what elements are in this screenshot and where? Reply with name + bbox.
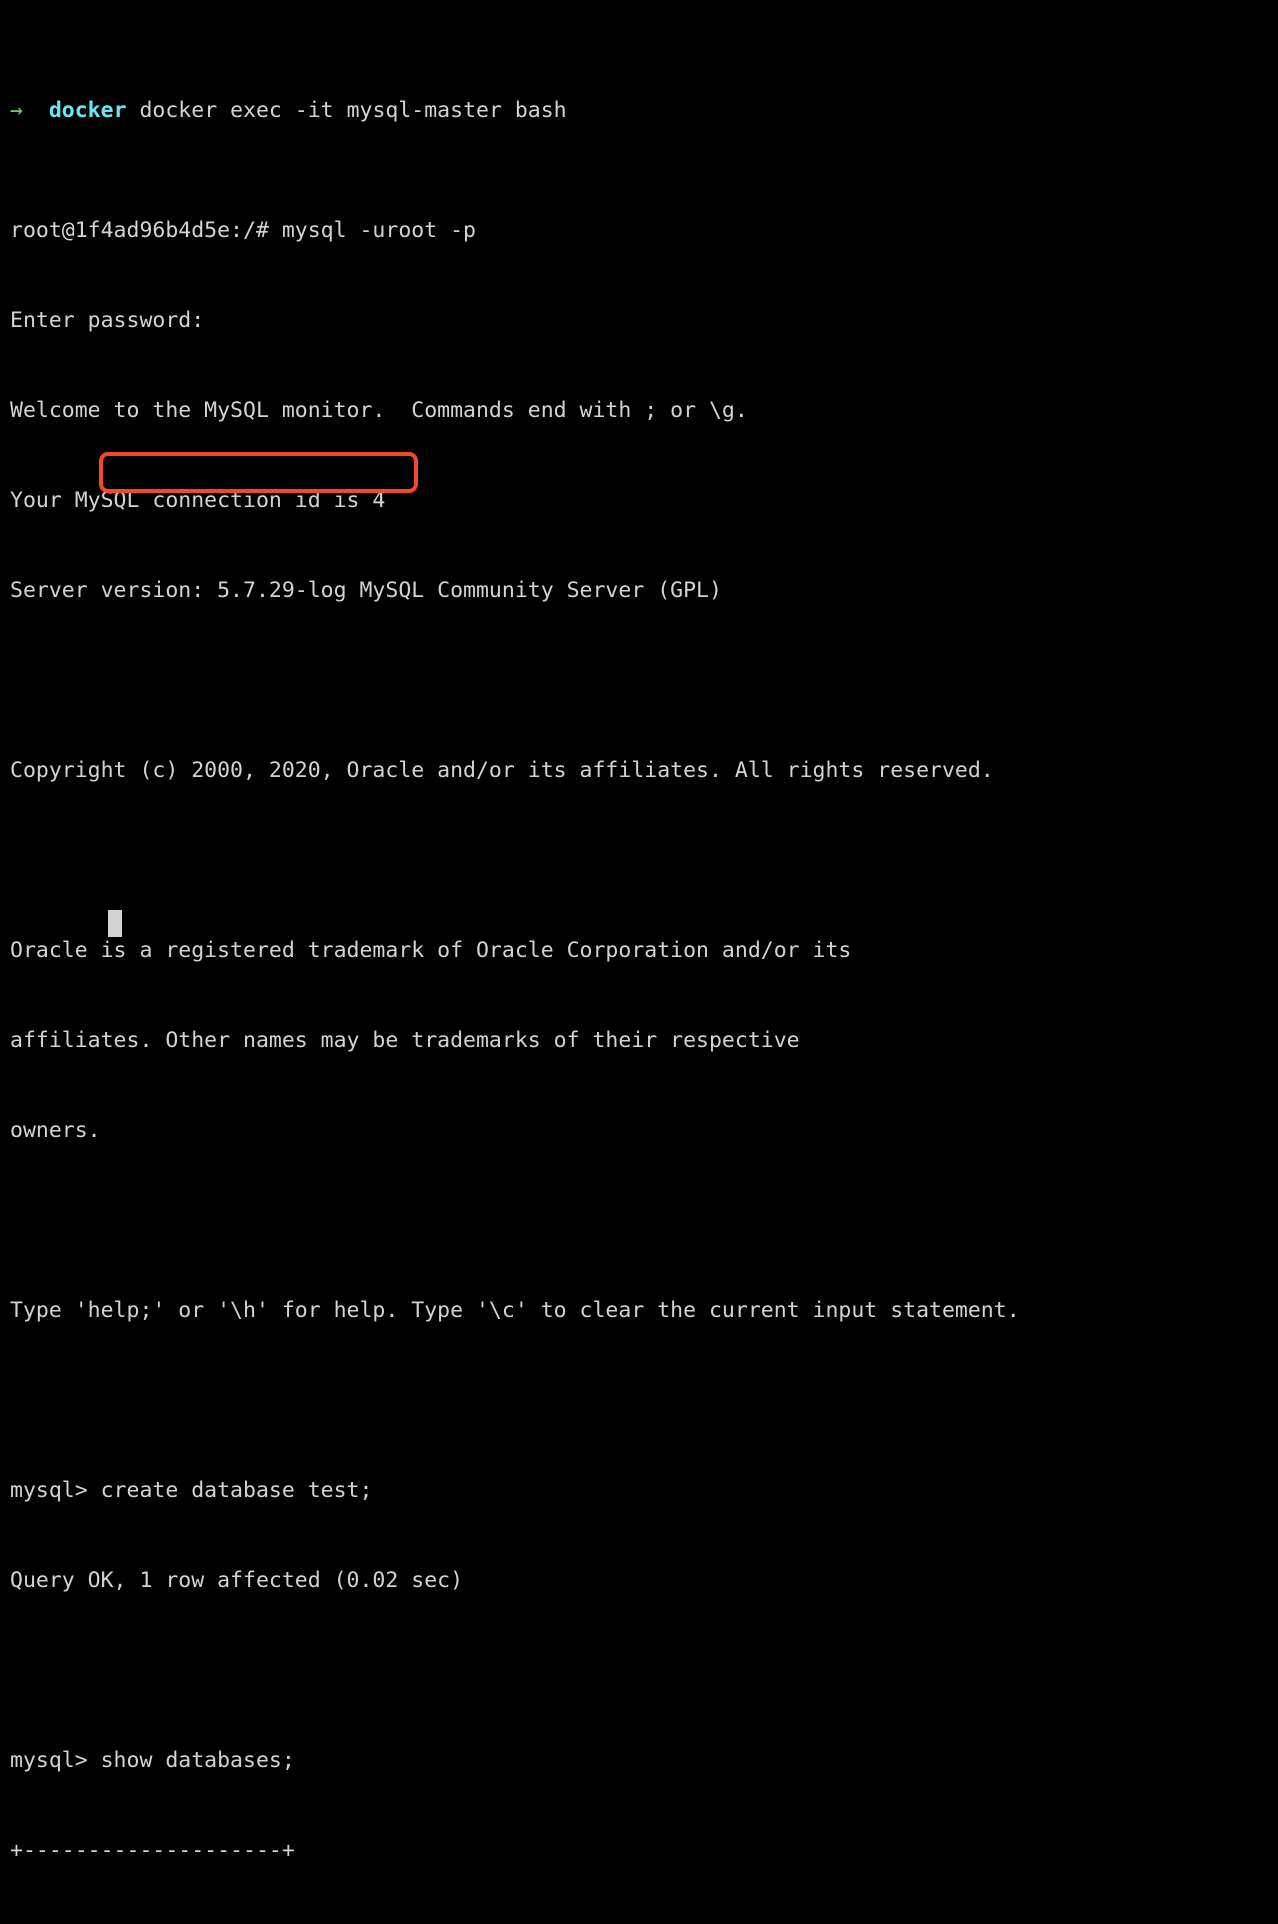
terminal-line-show-databases: mysql> show databases; (10, 1748, 295, 1773)
shell-command-text: docker exec -it mysql-master bash (139, 98, 567, 123)
terminal-line: Type 'help;' or '\h' for help. Type '\c'… (10, 1298, 1020, 1323)
shell-prompt-line: → docker docker exec -it mysql-master ba… (10, 96, 1020, 126)
terminal-line: Enter password: (10, 308, 205, 333)
terminal-line-query-ok: Query OK, 1 row affected (0.02 sec) (10, 1568, 464, 1593)
prompt-arrow-icon: → (10, 98, 23, 123)
text-cursor (108, 910, 122, 937)
terminal-line: affiliates. Other names may be trademark… (10, 1028, 800, 1053)
terminal-window[interactable]: → docker docker exec -it mysql-master ba… (0, 0, 1278, 1863)
terminal-line: Server version: 5.7.29-log MySQL Communi… (10, 578, 722, 603)
table-border-top: +--------------------+ (10, 1838, 295, 1863)
terminal-line: owners. (10, 1118, 101, 1143)
prompt-context-label: docker (48, 98, 127, 123)
terminal-output: → docker docker exec -it mysql-master ba… (10, 6, 1020, 1924)
terminal-line: root@1f4ad96b4d5e:/# mysql -uroot -p (10, 218, 476, 243)
terminal-line: Welcome to the MySQL monitor. Commands e… (10, 398, 748, 423)
terminal-line: Your MySQL connection id is 4 (10, 488, 386, 513)
terminal-line: Copyright (c) 2000, 2020, Oracle and/or … (10, 758, 994, 783)
terminal-line-create-database: mysql> create database test; (10, 1478, 373, 1503)
